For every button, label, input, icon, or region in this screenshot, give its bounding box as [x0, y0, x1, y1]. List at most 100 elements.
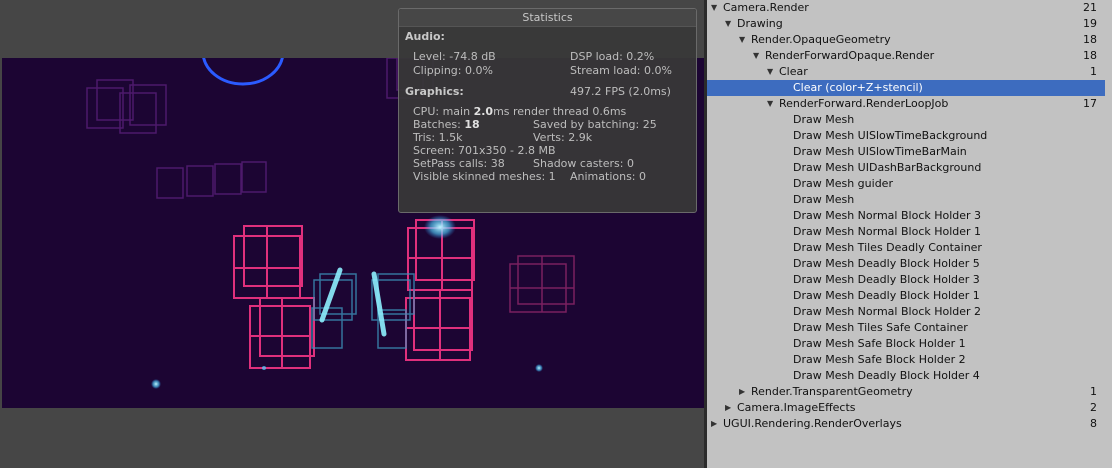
tree-node[interactable]: ▼ Render.OpaqueGeometry 18 — [707, 32, 1105, 48]
tree-node-label: Render.TransparentGeometry — [751, 385, 913, 398]
tree-node-count: 21 — [1083, 1, 1097, 14]
tree-node-label: Clear (color+Z+stencil) — [793, 81, 923, 94]
tree-node[interactable]: ▼ Clear 1 — [707, 64, 1105, 80]
stream-load: Stream load: 0.0% — [570, 64, 672, 77]
audio-clipping: Clipping: 0.0% — [413, 64, 493, 77]
tree-node[interactable]: ▶ UGUI.Rendering.RenderOverlays 8 — [707, 416, 1105, 432]
batches-value: 18 — [464, 118, 480, 131]
particle — [151, 379, 161, 389]
tree-node[interactable]: ▶ Camera.ImageEffects 2 — [707, 400, 1105, 416]
tree-node[interactable]: Draw Mesh — [707, 112, 1105, 128]
tree-node-label: Draw Mesh Tiles Safe Container — [793, 321, 968, 334]
tree-node-label: Draw Mesh Safe Block Holder 2 — [793, 353, 966, 366]
triangle-down-icon[interactable]: ▼ — [753, 48, 763, 64]
tree-node[interactable]: Draw Mesh — [707, 192, 1105, 208]
tree-node[interactable]: ▼ RenderForwardOpaque.Render 18 — [707, 48, 1105, 64]
tree-node[interactable]: ▼ RenderForward.RenderLoopJob 17 — [707, 96, 1105, 112]
tree-node[interactable]: Draw Mesh Safe Block Holder 2 — [707, 352, 1105, 368]
triangle-right-icon[interactable]: ▶ — [739, 384, 749, 400]
saved-by-batching: Saved by batching: 25 — [533, 118, 657, 131]
triangle-down-icon[interactable]: ▼ — [739, 32, 749, 48]
tree-node[interactable]: ▶ Render.TransparentGeometry 1 — [707, 384, 1105, 400]
tree-node-label: Draw Mesh Deadly Block Holder 5 — [793, 257, 980, 270]
frame-debugger-tree[interactable]: ▼ Camera.Render 21 ▼ Drawing 19 ▼ Render.Opaque… — [707, 0, 1112, 468]
animations-stat: Animations: 0 — [570, 170, 647, 183]
dsp-load: DSP load: 0.2% — [570, 50, 655, 63]
orb-ring — [202, 58, 284, 86]
tree-node[interactable]: ▼ Drawing 19 — [707, 16, 1105, 32]
cpu-prefix: CPU: main — [413, 105, 474, 118]
tree-node[interactable]: Draw Mesh Normal Block Holder 1 — [707, 224, 1105, 240]
verts-stat: Verts: 2.9k — [533, 131, 593, 144]
tree-node[interactable]: Draw Mesh Tiles Safe Container — [707, 320, 1105, 336]
tree-node-label: UGUI.Rendering.RenderOverlays — [723, 417, 902, 430]
batches-stat: Batches: 18 — [413, 118, 480, 131]
tree-node[interactable]: Draw Mesh Tiles Deadly Container — [707, 240, 1105, 256]
tree-node[interactable]: Draw Mesh Deadly Block Holder 1 — [707, 288, 1105, 304]
tree-node-label: Camera.ImageEffects — [737, 401, 856, 414]
particle — [535, 364, 543, 372]
tree-node[interactable]: Draw Mesh UIDashBarBackground — [707, 160, 1105, 176]
audio-header: Audio: — [405, 30, 445, 43]
game-view-letterbox-bottom — [0, 408, 704, 468]
triangle-right-icon[interactable]: ▶ — [725, 400, 735, 416]
triangle-down-icon[interactable]: ▼ — [725, 16, 735, 32]
tree-node-label: Draw Mesh UISlowTimeBackground — [793, 129, 988, 142]
tree-node-count: 1 — [1090, 65, 1097, 78]
tree-node[interactable]: Draw Mesh Normal Block Holder 3 — [707, 208, 1105, 224]
tree-node-label: Draw Mesh — [793, 193, 855, 206]
background-cubes — [86, 58, 434, 199]
tree-node-count: 17 — [1083, 97, 1097, 110]
tree-node-label: Draw Mesh Safe Block Holder 1 — [793, 337, 966, 350]
skinned-meshes-stat: Visible skinned meshes: 1 — [413, 170, 556, 183]
audio-level: Level: -74.8 dB — [413, 50, 496, 63]
tree-node-label: Draw Mesh UIDashBarBackground — [793, 161, 982, 174]
tree-node-label: Render.OpaqueGeometry — [751, 33, 891, 46]
fps-readout: 497.2 FPS (2.0ms) — [570, 85, 671, 98]
tree-node-label: Draw Mesh Deadly Block Holder 1 — [793, 289, 980, 302]
player-glow — [424, 215, 456, 239]
side-cube — [509, 255, 575, 313]
tree-node-label: Draw Mesh Normal Block Holder 2 — [793, 305, 982, 318]
particle — [262, 366, 266, 370]
tree-node-label: Clear — [779, 65, 808, 78]
tree-node-count: 18 — [1083, 33, 1097, 46]
cpu-suffix: ms render thread 0.6ms — [493, 105, 627, 118]
cpu-stat: CPU: main 2.0ms render thread 0.6ms — [413, 105, 626, 118]
tree-node[interactable]: Draw Mesh Deadly Block Holder 4 — [707, 368, 1105, 384]
tree-node-label: RenderForwardOpaque.Render — [765, 49, 935, 62]
statistics-panel: Statistics Audio: Level: -74.8 dB DSP lo… — [398, 8, 697, 213]
tree-node-label: RenderForward.RenderLoopJob — [779, 97, 949, 110]
streak-left — [319, 267, 343, 323]
shadow-casters-stat: Shadow casters: 0 — [533, 157, 634, 170]
tree-node[interactable]: Draw Mesh Deadly Block Holder 3 — [707, 272, 1105, 288]
tree-node[interactable]: Draw Mesh guider — [707, 176, 1105, 192]
tree-node[interactable]: ▼ Camera.Render 21 — [707, 0, 1105, 16]
setpass-stat: SetPass calls: 38 — [413, 157, 505, 170]
tree-node[interactable]: Draw Mesh Safe Block Holder 1 — [707, 336, 1105, 352]
tree-node-count: 19 — [1083, 17, 1097, 30]
screen-stat: Screen: 701x350 - 2.8 MB — [413, 144, 556, 157]
tree-node-label: Draw Mesh guider — [793, 177, 893, 190]
triangle-down-icon[interactable]: ▼ — [767, 64, 777, 80]
triangle-right-icon[interactable]: ▶ — [711, 416, 721, 432]
tree-node-label: Draw Mesh Tiles Deadly Container — [793, 241, 982, 254]
tree-node[interactable]: Draw Mesh UISlowTimeBackground — [707, 128, 1105, 144]
tree-node-label: Draw Mesh UISlowTimeBarMain — [793, 145, 967, 158]
tree-node[interactable]: Draw Mesh Deadly Block Holder 5 — [707, 256, 1105, 272]
deadly-cubes — [233, 219, 475, 369]
tree-node-label: Draw Mesh Normal Block Holder 3 — [793, 209, 982, 222]
triangle-down-icon[interactable]: ▼ — [711, 0, 721, 16]
tree-node[interactable]: Clear (color+Z+stencil) — [707, 80, 1105, 96]
tree-node[interactable]: Draw Mesh UISlowTimeBarMain — [707, 144, 1105, 160]
cpu-main-value: 2.0 — [473, 105, 494, 118]
tree-node[interactable]: Draw Mesh Normal Block Holder 2 — [707, 304, 1105, 320]
tree-node-label: Drawing — [737, 17, 783, 30]
tree-node-label: Draw Mesh Deadly Block Holder 3 — [793, 273, 980, 286]
game-view[interactable]: Statistics Audio: Level: -74.8 dB DSP lo… — [0, 0, 704, 468]
tris-stat: Tris: 1.5k — [413, 131, 463, 144]
tree-node-label: Camera.Render — [723, 1, 809, 14]
tree-node-label: Draw Mesh — [793, 113, 855, 126]
triangle-down-icon[interactable]: ▼ — [767, 96, 777, 112]
streak-right — [371, 271, 387, 337]
